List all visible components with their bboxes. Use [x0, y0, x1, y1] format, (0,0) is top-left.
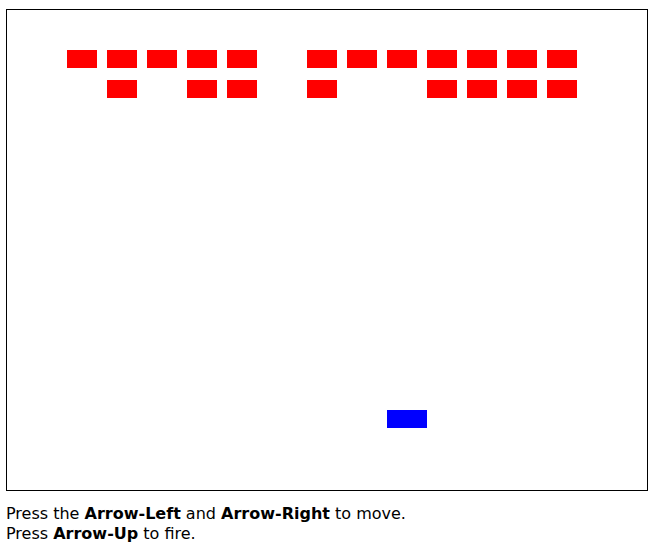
enemy	[347, 50, 377, 68]
enemy	[467, 50, 497, 68]
enemy	[507, 50, 537, 68]
player-ship	[387, 410, 427, 428]
enemy	[107, 50, 137, 68]
instruction-line: Press the Arrow-Left and Arrow-Right to …	[6, 504, 653, 524]
empty-slot	[347, 80, 377, 98]
enemy	[467, 80, 497, 98]
instructions: Press the Arrow-Left and Arrow-Right to …	[6, 504, 653, 544]
empty-slot	[147, 80, 177, 98]
empty-slot	[67, 80, 97, 98]
instruction-line: Press Arrow-Up to fire.	[6, 524, 653, 544]
enemy	[227, 50, 257, 68]
enemy-grid	[67, 50, 647, 98]
enemy	[547, 50, 577, 68]
enemy	[387, 50, 417, 68]
enemy	[307, 80, 337, 98]
enemy	[107, 80, 137, 98]
enemy	[147, 50, 177, 68]
play-field	[7, 10, 647, 428]
enemy	[227, 80, 257, 98]
instruction-text: to move.	[330, 504, 406, 523]
key-name: Arrow-Right	[221, 504, 330, 523]
key-name: Arrow-Left	[85, 504, 181, 523]
empty-slot	[267, 80, 297, 98]
instruction-text: Press	[6, 524, 53, 543]
enemy	[427, 80, 457, 98]
enemy	[187, 80, 217, 98]
instruction-text: to fire.	[138, 524, 195, 543]
enemy	[67, 50, 97, 68]
game-canvas[interactable]	[6, 9, 648, 491]
enemy	[427, 50, 457, 68]
instruction-text: and	[181, 504, 221, 523]
instruction-text: Press the	[6, 504, 85, 523]
key-name: Arrow-Up	[53, 524, 138, 543]
enemy	[187, 50, 217, 68]
enemy	[507, 80, 537, 98]
empty-slot	[387, 80, 417, 98]
page: Press the Arrow-Left and Arrow-Right to …	[0, 0, 653, 544]
player-lane	[67, 410, 647, 428]
enemy	[547, 80, 577, 98]
empty-slot	[267, 50, 297, 68]
enemy	[307, 50, 337, 68]
